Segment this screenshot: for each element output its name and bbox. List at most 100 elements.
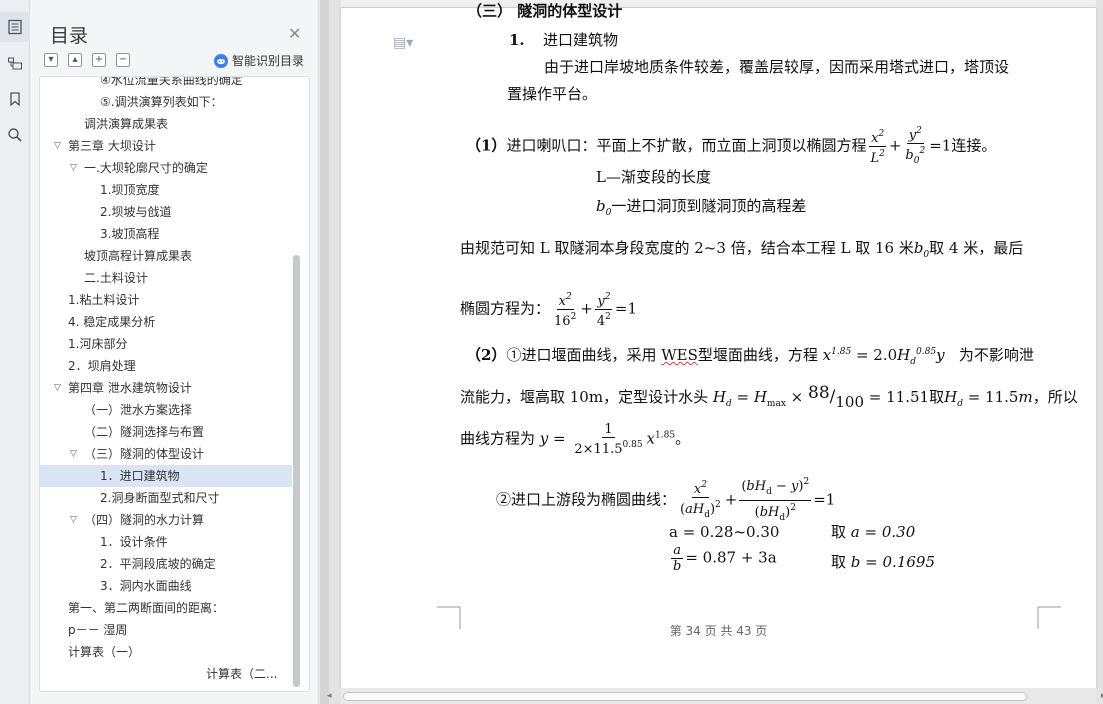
chevron-down-icon[interactable]: ▽ [54, 377, 61, 399]
toc-scrollbar[interactable] [293, 255, 300, 687]
toc-item-label: 3．洞内水面曲线 [100, 579, 192, 593]
page-footer: 第 34 页 共 43 页 [669, 624, 768, 638]
chevron-down-icon[interactable]: ▽ [70, 443, 77, 465]
toc-item[interactable]: 计算表（二... [40, 663, 292, 685]
flow-text: 取 [929, 388, 945, 406]
toc-item[interactable]: 坡顶高程计算成果表 [40, 245, 292, 267]
item-1-line: （1）进口喇叭口：平面上不扩散，而立面上洞顶以椭圆方程 x2 L2 + y2 b02 =1连… [466, 124, 996, 169]
toc-item-label: p－－ 湿周 [68, 623, 128, 637]
curve-label: 曲线方程为 [460, 429, 536, 448]
toc-list: 计算表（二... 计算表（一） p－－ 湿周 第一、第二两断面间的距离： 3．洞内水面曲… [39, 76, 310, 692]
toc-item[interactable]: 2.洞身断面型式和尺寸 [40, 487, 292, 509]
toc-item[interactable]: 二.土料设计 [40, 267, 292, 289]
item-2-label: （2） [466, 346, 507, 364]
toc-item[interactable]: 1.河床部分 [40, 333, 292, 355]
toc-item-label: （三）隧洞的体型设计 [84, 447, 205, 461]
paragraph-marker-icon[interactable]: ▤▾ [393, 35, 413, 51]
search-icon[interactable] [0, 120, 30, 150]
toc-item-label: 1．进口建筑物 [100, 469, 180, 483]
definition-L: L—渐变段的长度 [596, 168, 711, 186]
toc-item-label: 1.坝顶宽度 [100, 183, 160, 197]
toc-item[interactable]: ⑤.调洪演算列表如下： [40, 91, 292, 113]
toc-item-label: 调洪演算成果表 [84, 117, 169, 131]
paragraph-line: 置操作平台。 [507, 85, 598, 103]
toc-item[interactable]: 2．坝肩处理 [40, 355, 292, 377]
toc-item[interactable]: （二）隧洞选择与布置 [40, 421, 292, 443]
toc-item-label: 2．坝肩处理 [68, 359, 136, 373]
previous-page-edge [341, 0, 1096, 8]
b-value: b = 0.1695 [850, 553, 935, 571]
take-label: 取 [831, 523, 847, 541]
expand-all-icon[interactable]: ▾ [44, 53, 58, 67]
upstream-equation: ②进口上游段为椭圆曲线： x2 (aHd)2 + (bHd − y)2 (bHd)2 =1 [496, 477, 836, 523]
chevron-down-icon[interactable]: ▽ [70, 509, 77, 531]
toc-item-label: ④水位流量关系曲线的确定 [100, 76, 243, 87]
horizontal-scrollbar[interactable]: ◂ ▸ [327, 688, 1103, 704]
toc-item[interactable]: 计算表（一） [40, 641, 292, 663]
spellcheck-word[interactable]: WES [661, 346, 698, 364]
toc-item-label: 坡顶高程计算成果表 [84, 249, 193, 263]
ellipse-label: 椭圆方程为： [460, 299, 551, 318]
toc-item[interactable]: （一）泄水方案选择 [40, 399, 292, 421]
toc-item-label: 2.洞身断面型式和尺寸 [100, 491, 220, 505]
remove-heading-icon[interactable]: − [116, 53, 130, 67]
definition-b0-text: 一进口洞顶到隧洞顶的高程差 [611, 197, 807, 215]
b-take: 取 b = 0.1695 [831, 552, 935, 572]
paragraph-line: 由规范可知 L 取隧洞本身段宽度的 2~3 倍，结合本工程 L 取 16 米b0… [460, 239, 1024, 260]
scroll-left-icon[interactable]: ◂ [327, 691, 332, 701]
toc-item[interactable]: 3.坡顶高程 [40, 223, 292, 245]
ellipse-equation: 椭圆方程为： x2 162 + y2 42 =1 [460, 292, 638, 329]
toc-item[interactable]: 2.坝坡与戗道 [40, 201, 292, 223]
upstream-label: ②进口上游段为椭圆曲线： [496, 490, 677, 509]
toc-item[interactable]: 1．进口建筑物 [40, 465, 292, 487]
toc-item[interactable]: ▽ （三）隧洞的体型设计 [40, 443, 292, 465]
toc-item-label: （二）隧洞选择与布置 [84, 425, 205, 439]
document-page[interactable]: ▤▾ （三） 隧洞的体型设计 1. 进口建筑物 由于进口岸坡地质条件较差，覆盖层… [341, 2, 1096, 688]
toc-item[interactable]: 1．设计条件 [40, 531, 292, 553]
item-1-tail: 连接。 [951, 136, 997, 155]
a-take: 取 a = 0.30 [831, 522, 915, 542]
toc-item[interactable]: 1.粘土料设计 [40, 289, 292, 311]
collapse-all-icon[interactable]: ▴ [68, 53, 82, 67]
toc-item-label: 3.坡顶高程 [100, 227, 160, 241]
formula: y2 b02 [905, 126, 926, 166]
toc-title: 目录 [50, 25, 89, 47]
item-2-text: 型堰面曲线，方程 [697, 346, 818, 364]
smart-toc-button[interactable]: 智能识别目录 [214, 52, 304, 69]
item-1-label: （1） [466, 136, 507, 155]
toc-item[interactable]: 第一、第二两断面间的距离： [40, 597, 292, 619]
toc-item[interactable]: ④水位流量关系曲线的确定 [40, 76, 292, 91]
flow-line: 流能力，堰高取 10m，定型设计水头 Hd = Hmax × 88/100 = … [460, 383, 1078, 411]
toc-item-label: 2．平洞段底坡的确定 [100, 557, 216, 571]
toc-item[interactable]: 1.坝顶宽度 [40, 179, 292, 201]
close-icon[interactable]: ✕ [288, 24, 301, 43]
bookmark-icon[interactable] [0, 84, 30, 114]
toc-item[interactable]: 3．洞内水面曲线 [40, 575, 292, 597]
toc-item[interactable]: ▽ 一.大坝轮廓尺寸的确定 [40, 157, 292, 179]
toc-item[interactable]: ▽ （四）隧洞的水力计算 [40, 509, 292, 531]
toc-item-label: 第四章 泄水建筑物设计 [68, 381, 192, 395]
chapter-nav-icon[interactable] [0, 48, 30, 78]
toc-item[interactable]: ▽ 第三章 大坝设计 [40, 135, 292, 157]
item-2-line: （2）①进口堰面曲线，采用 WES型堰面曲线，方程 x1.85 = 2.0Hd0… [466, 346, 1034, 367]
toc-item[interactable]: p－－ 湿周 [40, 619, 292, 641]
toc-item[interactable]: 调洪演算成果表 [40, 113, 292, 135]
flow-text: ，所以 [1032, 388, 1078, 406]
chevron-down-icon[interactable]: ▽ [54, 135, 61, 157]
item-2-text: 为不影响泄 [958, 346, 1034, 364]
toc-item-label: 2.坝坡与戗道 [100, 205, 172, 219]
toc-item[interactable]: 2．平洞段底坡的确定 [40, 553, 292, 575]
toc-item-label: （四）隧洞的水力计算 [84, 513, 205, 527]
a-value: a = 0.30 [850, 523, 916, 541]
item-2-text: ①进口堰面曲线，采用 [506, 346, 657, 364]
subsection-number: 1. [509, 31, 525, 49]
chevron-down-icon[interactable]: ▽ [70, 157, 77, 179]
toc-item[interactable]: ▽ 第四章 泄水建筑物设计 [40, 377, 292, 399]
scrollbar-thumb[interactable] [343, 692, 1027, 701]
section-heading: （三） 隧洞的体型设计 [467, 2, 623, 20]
flow-text: 流能力，堰高取 10m，定型设计水头 [460, 388, 709, 406]
toc-view-icon[interactable] [0, 12, 30, 42]
toc-panel: 目录 ✕ ▾ ▴ + − 智能识别目录 计算表（二... 计算表（一） p－－ 湿周… [30, 0, 319, 704]
toc-item[interactable]: 4. 稳定成果分析 [40, 311, 292, 333]
add-heading-icon[interactable]: + [92, 53, 106, 67]
